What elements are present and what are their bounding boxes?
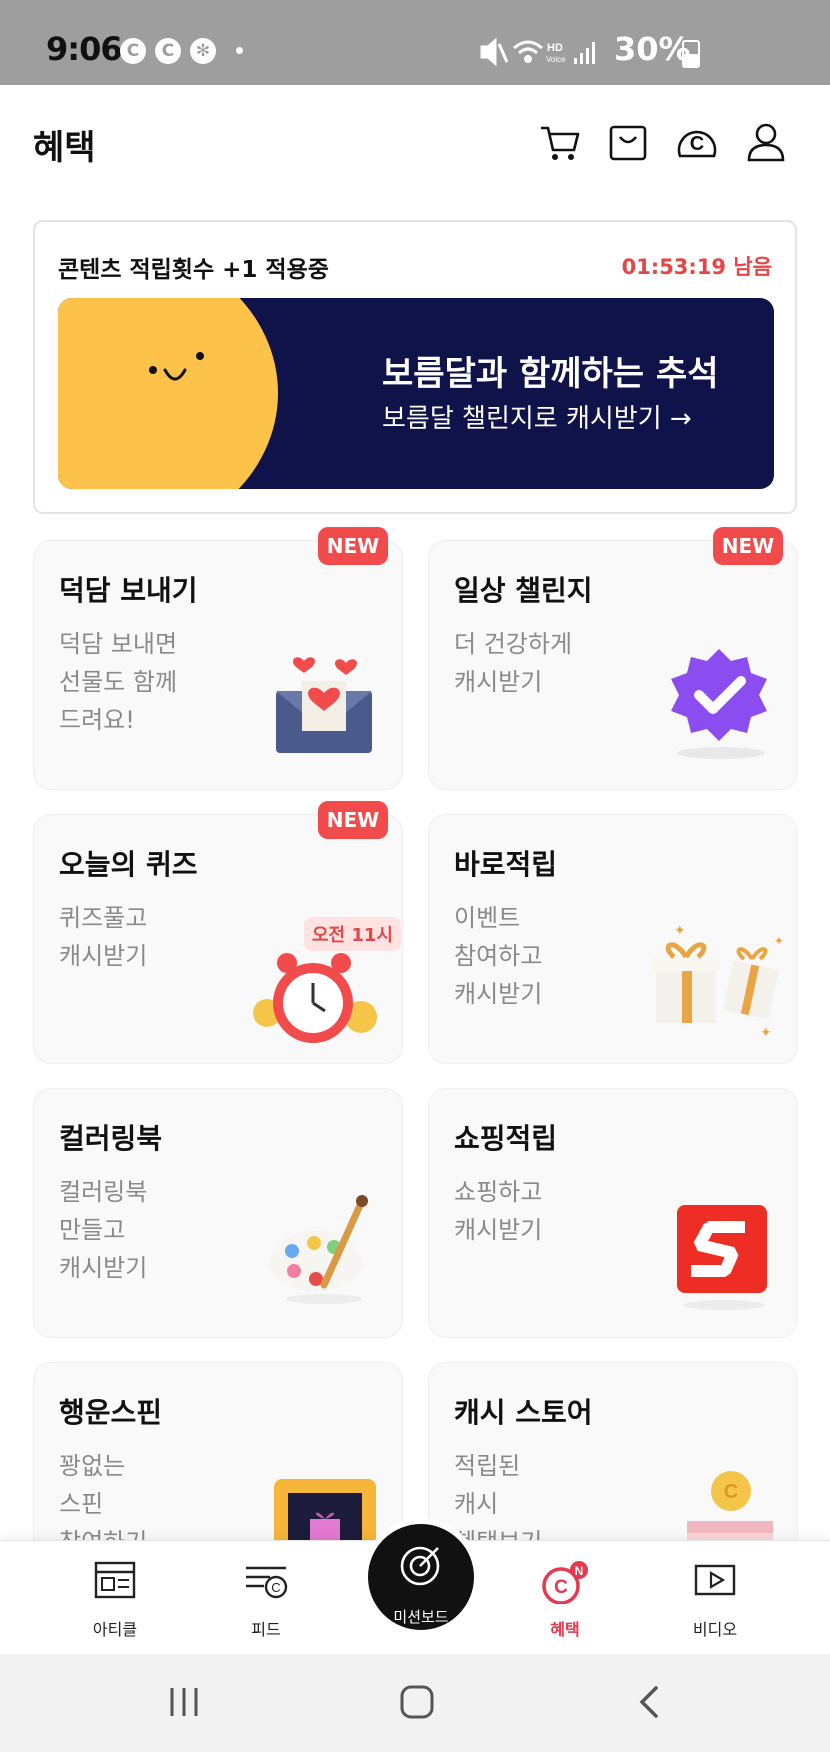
nav-video[interactable]: 비디오 (655, 1560, 775, 1639)
hd-voice-icon: HD (547, 42, 563, 54)
tile-title: 컬러링북 (59, 1122, 163, 1155)
signal-icon (574, 42, 595, 64)
alarm-clock-icon (253, 953, 377, 1043)
tile-title: 쇼핑적립 (454, 1122, 558, 1155)
tile-title: 오늘의 퀴즈 (59, 848, 198, 881)
tile-title: 덕담 보내기 (59, 574, 198, 607)
cart-icon[interactable] (538, 120, 582, 164)
article-icon (94, 1561, 136, 1599)
video-icon (694, 1564, 736, 1596)
wifi-icon (513, 40, 543, 63)
target-icon (400, 1546, 440, 1586)
tile-daily-challenge[interactable]: 일상 챌린지 더 건강하게 캐시받기 (428, 540, 798, 790)
gift-boxes-icon: ✦ ✦ ✦ (652, 923, 784, 1041)
tile-title: 캐시 스토어 (454, 1396, 593, 1429)
new-badge: NEW (318, 527, 388, 565)
banner-title: 보름달과 함께하는 추석 (382, 354, 719, 394)
c-icon: C (120, 38, 146, 64)
tile-description: 컬러링북 만들고 캐시받기 (59, 1178, 148, 1282)
new-badge: NEW (713, 527, 783, 565)
mute-icon (480, 37, 509, 67)
new-dot-badge: N (575, 1564, 584, 1578)
svg-text:C: C (690, 133, 704, 155)
nav-feed[interactable]: C 피드 (206, 1560, 326, 1639)
heart-envelope-icon (276, 657, 372, 753)
tile-daily-quiz[interactable]: 오늘의 퀴즈 퀴즈풀고 캐시받기 오전 11시 (33, 814, 403, 1064)
tile-title: 바로적립 (454, 848, 558, 881)
shopping-s-icon (677, 1205, 767, 1310)
paint-palette-icon (270, 1195, 368, 1304)
status-icons: HD Voice (480, 37, 595, 67)
verified-badge-icon (671, 649, 767, 759)
tile-instant-reward[interactable]: 바로적립 이벤트 참여하고 캐시받기 ✦ ✦ ✦ (428, 814, 798, 1064)
c-icon: C (155, 38, 181, 64)
tile-description: 덕담 보내면 선물도 함께 드려요! (59, 630, 178, 734)
banner-subtitle: 보름달 챌린지로 캐시받기 → (382, 404, 692, 434)
profile-icon[interactable] (744, 120, 788, 164)
tile-title: 행운스핀 (59, 1396, 163, 1429)
nav-label: 피드 (251, 1620, 281, 1639)
svg-text:C: C (271, 1580, 280, 1595)
chuseok-banner[interactable]: 보름달과 함께하는 추석 보름달 챌린지로 캐시받기 → (58, 298, 774, 489)
svg-text:C: C (554, 1577, 568, 1598)
cash-benefit-icon: C N (542, 1561, 588, 1604)
svg-text:✦: ✦ (760, 1025, 772, 1041)
nav-label: 비디오 (692, 1620, 738, 1639)
page-title: 혜택 (33, 128, 96, 168)
promo-timer: 01:53:19 남음 (621, 255, 772, 279)
nav-label: 혜택 (550, 1620, 580, 1639)
promo-label: 콘텐츠 적립횟수 +1 적용중 (58, 257, 329, 283)
moon-face-features (149, 352, 204, 381)
shopping-bag-icon[interactable] (606, 120, 650, 164)
tile-coloring-book[interactable]: 컬러링북 컬러링북 만들고 캐시받기 (33, 1088, 403, 1338)
tile-description: 이벤트 참여하고 캐시받기 (454, 904, 543, 1008)
tile-shopping-reward[interactable]: 쇼핑적립 쇼핑하고 캐시받기 (428, 1088, 798, 1338)
svg-text:C: C (724, 1481, 738, 1503)
new-badge: NEW (318, 801, 388, 839)
nav-article[interactable]: 아티클 (55, 1560, 175, 1639)
notification-dot (236, 47, 243, 54)
tile-description: 더 건강하게 캐시받기 (454, 630, 573, 696)
battery-percent: 30% (614, 30, 691, 68)
feed-icon: C (246, 1566, 288, 1599)
tile-greeting[interactable]: 덕담 보내기 덕담 보내면 선물도 함께 드려요! (33, 540, 403, 790)
cash-icon[interactable]: C (675, 120, 719, 164)
home-icon[interactable] (397, 1682, 437, 1722)
recent-apps-icon[interactable] (166, 1684, 206, 1720)
battery-level (684, 54, 698, 66)
nav-label: 아티클 (92, 1620, 138, 1639)
status-time: 9:06 (46, 30, 123, 68)
nav-benefit[interactable]: C N 혜택 (505, 1560, 625, 1639)
fan-icon: ✻ (190, 38, 216, 64)
nav-label: 미션보드 (393, 1608, 449, 1626)
svg-text:✦: ✦ (674, 923, 686, 939)
back-icon[interactable] (634, 1682, 664, 1722)
svg-text:Voice: Voice (546, 55, 566, 64)
svg-text:✦: ✦ (774, 934, 784, 948)
tile-title: 일상 챌린지 (454, 574, 593, 607)
tile-description: 퀴즈풀고 캐시받기 (59, 904, 148, 970)
tile-description: 쇼핑하고 캐시받기 (454, 1178, 543, 1244)
